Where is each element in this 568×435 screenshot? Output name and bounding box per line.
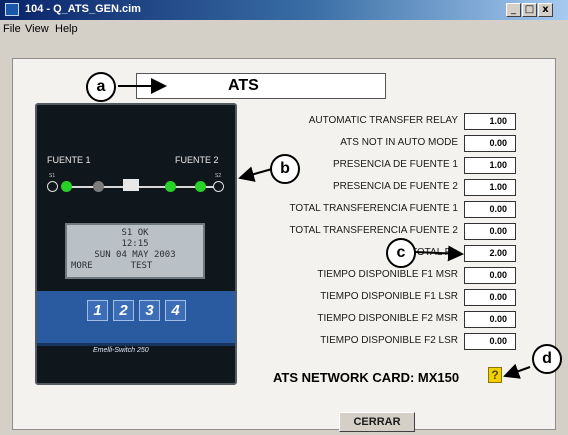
value-total-transferencia-fuente-1: 0.00 [464,201,516,218]
lcd-line-4: MORE TEST [71,261,153,271]
callout-a: a [86,72,116,102]
value-automatic-transfer-relay: 1.00 [464,113,516,130]
maximize-button[interactable]: □ [522,3,537,17]
key-4: 4 [165,300,186,321]
label-automatic-transfer-relay: AUTOMATIC TRANSFER RELAY [308,115,458,126]
label-total-f: TOTAL F... [410,247,458,258]
source1-indicator [47,181,58,192]
label-ats-not-in-auto-mode: ATS NOT IN AUTO MODE [340,137,458,148]
label-presencia-fuente-1: PRESENCIA DE FUENTE 1 [332,159,458,170]
value-presencia-fuente-2: 1.00 [464,179,516,196]
ats-title: ATS [228,77,259,94]
value-ats-not-in-auto-mode: 0.00 [464,135,516,152]
label-tiempo-f2-msr: TIEMPO DISPONIBLE F2 MSR [317,313,458,324]
source2-led-a [165,181,176,192]
network-card-label: ATS NETWORK CARD: MX150 [273,370,460,385]
s2-label: S2 [215,173,222,179]
app-icon [5,3,19,16]
label-tiempo-f1-lsr: TIEMPO DISPONIBLE F1 LSR [320,291,458,302]
close-dialog-button[interactable]: CERRAR [339,412,415,432]
ats-device-image: FUENTE 1 FUENTE 2 S1 S2 S1 OK 12:15 SUN 04… [35,103,237,385]
value-tiempo-f1-msr: 0.00 [464,267,516,284]
title-bar: 104 - Q_ATS_GEN.cim _ □ x [0,0,568,20]
label-total-transferencia-fuente-1: TOTAL TRANSFERENCIA FUENTE 1 [289,203,458,214]
close-button[interactable]: x [538,3,553,17]
lcd-display: S1 OK 12:15 SUN 04 MAY 2003 MORE TEST [65,223,205,279]
menu-bar: File View Help [0,20,568,40]
callout-c: c [386,238,416,268]
minimize-button[interactable]: _ [506,3,521,17]
label-tiempo-f1-msr: TIEMPO DISPONIBLE F1 MSR [317,269,458,280]
key-3: 3 [139,300,160,321]
value-total-f: 2.00 [464,245,516,262]
menu-file[interactable]: File [3,23,21,35]
source1-led [61,181,72,192]
value-tiempo-f2-lsr: 0.00 [464,333,516,350]
window-title: 104 - Q_ATS_GEN.cim [25,3,141,15]
help-icon[interactable]: ? [488,367,502,383]
value-total-transferencia-fuente-2: 0.00 [464,223,516,240]
source1-label: FUENTE 1 [47,155,91,165]
menu-help[interactable]: Help [55,23,78,35]
ats-title-box [136,73,386,99]
label-total-transferencia-fuente-2: TOTAL TRANSFERENCIA FUENTE 2 [289,225,458,236]
source2-led [195,181,206,192]
menu-view[interactable]: View [25,23,49,35]
device-brand: Emelli-Switch 250 [93,347,149,354]
value-tiempo-f2-msr: 0.00 [464,311,516,328]
device-stripe [37,343,235,346]
lcd-line-2: 12:15 [121,239,149,249]
lcd-line-1: S1 OK [121,228,149,238]
key-1: 1 [87,300,108,321]
callout-d: d [532,344,562,374]
source2-label: FUENTE 2 [175,155,219,165]
value-presencia-fuente-1: 1.00 [464,157,516,174]
source2-indicator [213,181,224,192]
callout-b: b [270,154,300,184]
s1-label: S1 [49,173,56,179]
lcd-line-3: SUN 04 MAY 2003 [94,250,176,260]
key-2: 2 [113,300,134,321]
value-tiempo-f1-lsr: 0.00 [464,289,516,306]
label-tiempo-f2-lsr: TIEMPO DISPONIBLE F2 LSR [320,335,458,346]
keypad: 1 2 3 4 [37,291,235,343]
switch-icon [123,179,139,191]
breaker-led [93,181,104,192]
label-presencia-fuente-2: PRESENCIA DE FUENTE 2 [332,181,458,192]
